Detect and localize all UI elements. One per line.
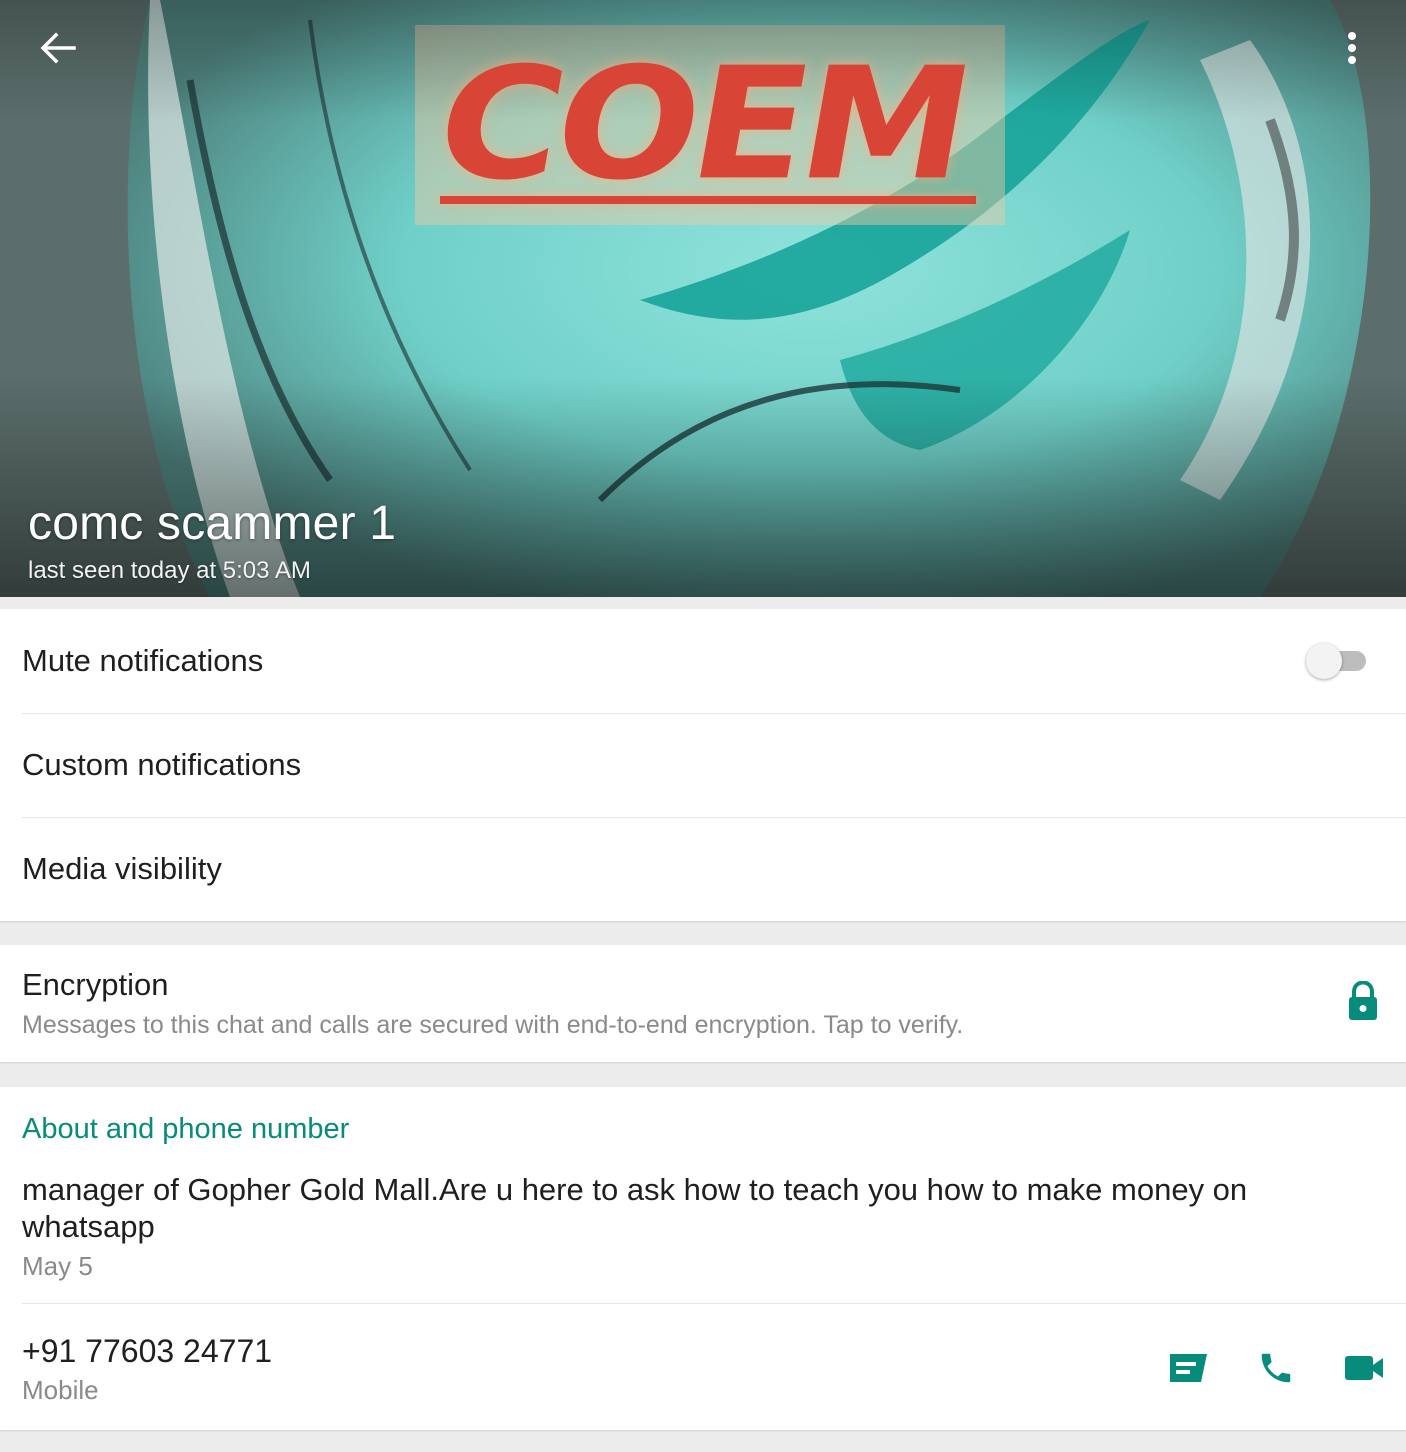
about-section-title: About and phone number xyxy=(22,1113,350,1145)
mute-notifications-row[interactable]: Mute notifications xyxy=(0,609,1406,713)
media-visibility-row[interactable]: Media visibility xyxy=(0,817,1406,921)
mute-notifications-label: Mute notifications xyxy=(22,643,264,678)
custom-notifications-label: Custom notifications xyxy=(22,747,302,782)
custom-notifications-row[interactable]: Custom notifications xyxy=(0,713,1406,817)
about-status-date: May 5 xyxy=(22,1251,93,1281)
encryption-title: Encryption xyxy=(22,967,169,1002)
contact-info-screen: COEM comc scammer 1 last seen today at 5… xyxy=(0,0,1406,1452)
about-phone-card: About and phone number manager of Gopher… xyxy=(0,1087,1406,1430)
message-icon xyxy=(1170,1354,1207,1382)
phone-number[interactable]: +91 77603 24771 xyxy=(22,1333,272,1370)
more-options-button[interactable] xyxy=(1330,26,1374,70)
notification-settings-card: Mute notifications Custom notifications … xyxy=(0,609,1406,921)
profile-photo[interactable]: COEM comc scammer 1 last seen today at 5… xyxy=(0,0,1406,597)
arrow-left-icon xyxy=(40,32,76,64)
cover-logo-text: COEM xyxy=(424,33,980,215)
phone-icon xyxy=(1261,1353,1291,1383)
about-status-text[interactable]: manager of Gopher Gold Mall.Are u here t… xyxy=(22,1171,1322,1245)
encryption-description: Messages to this chat and calls are secu… xyxy=(22,1011,964,1039)
divider xyxy=(22,1303,1406,1304)
media-visibility-label: Media visibility xyxy=(22,851,222,886)
video-call-icon xyxy=(1345,1356,1383,1380)
encryption-card[interactable]: Encryption Messages to this chat and cal… xyxy=(0,945,1406,1062)
lock-icon xyxy=(1349,981,1377,1020)
last-seen-status: last seen today at 5:03 AM xyxy=(28,557,311,584)
voice-call-button[interactable] xyxy=(1252,1345,1300,1391)
video-call-button[interactable] xyxy=(1340,1345,1388,1391)
cover-logo-underline xyxy=(440,196,976,204)
mute-notifications-toggle[interactable] xyxy=(1304,642,1368,680)
contact-name: comc scammer 1 xyxy=(28,497,397,550)
more-vert-icon xyxy=(1348,32,1356,64)
phone-type-label: Mobile xyxy=(22,1375,99,1405)
toggle-thumb xyxy=(1306,643,1342,679)
back-button[interactable] xyxy=(30,26,86,70)
message-button[interactable] xyxy=(1164,1345,1212,1391)
